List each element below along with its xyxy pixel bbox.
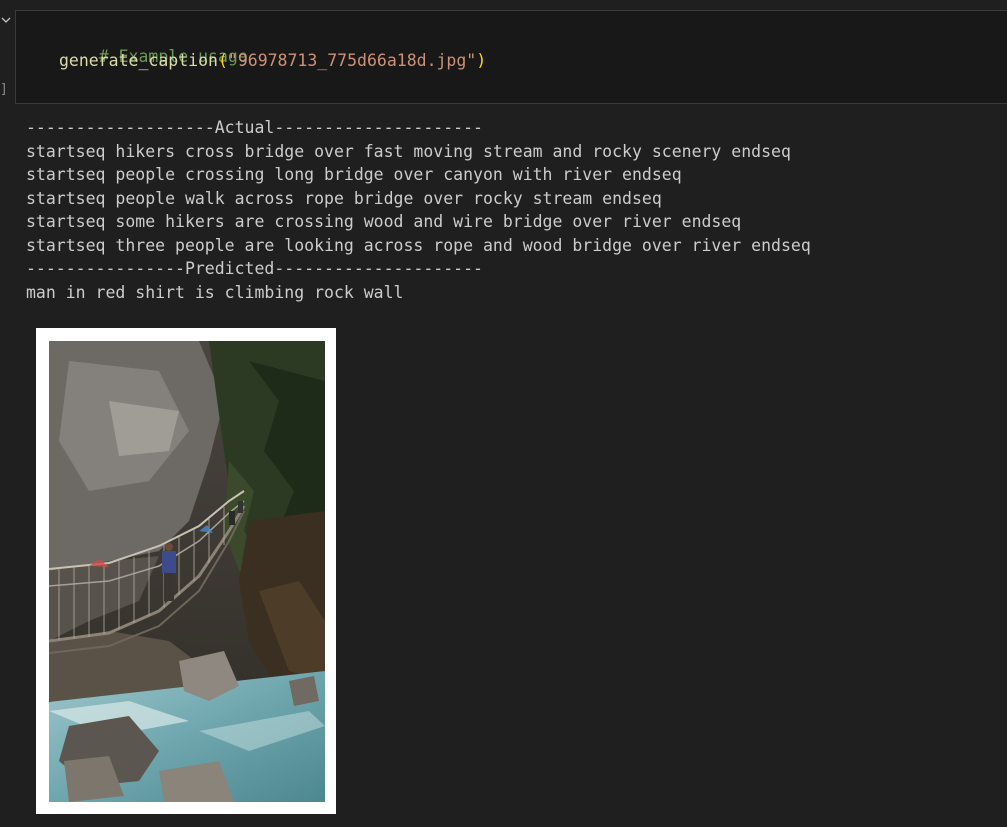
predicted-caption: man in red shirt is climbing rock wall bbox=[26, 282, 404, 302]
actual-caption: startseq people walk across rope bridge … bbox=[26, 188, 662, 208]
code-function-name: generate_caption bbox=[59, 51, 218, 70]
code-close-paren: ) bbox=[476, 51, 487, 70]
code-line-call: generate_caption("96978713_775d66a18d.jp… bbox=[59, 51, 486, 71]
code-open-paren: ( bbox=[217, 51, 228, 70]
code-string-argument: "96978713_775d66a18d.jpg" bbox=[227, 51, 477, 70]
actual-caption: startseq some hikers are crossing wood a… bbox=[26, 212, 742, 231]
actual-caption: startseq hikers cross bridge over fast m… bbox=[26, 141, 791, 161]
output-photo-rope-bridge bbox=[49, 341, 325, 802]
predicted-header: ----------------Predicted---------------… bbox=[26, 259, 483, 278]
cell-output: -------------------Actual---------------… bbox=[26, 116, 811, 304]
output-image-frame bbox=[36, 328, 336, 814]
code-cell-editor[interactable]: # Example usage generate_caption("969787… bbox=[15, 10, 1007, 104]
actual-caption: startseq three people are looking across… bbox=[26, 235, 811, 255]
chevron-down-icon[interactable] bbox=[0, 14, 12, 26]
execution-count: ] bbox=[0, 82, 8, 97]
actual-caption: startseq people crossing long bridge ove… bbox=[26, 165, 682, 184]
actual-header: -------------------Actual---------------… bbox=[26, 118, 483, 137]
